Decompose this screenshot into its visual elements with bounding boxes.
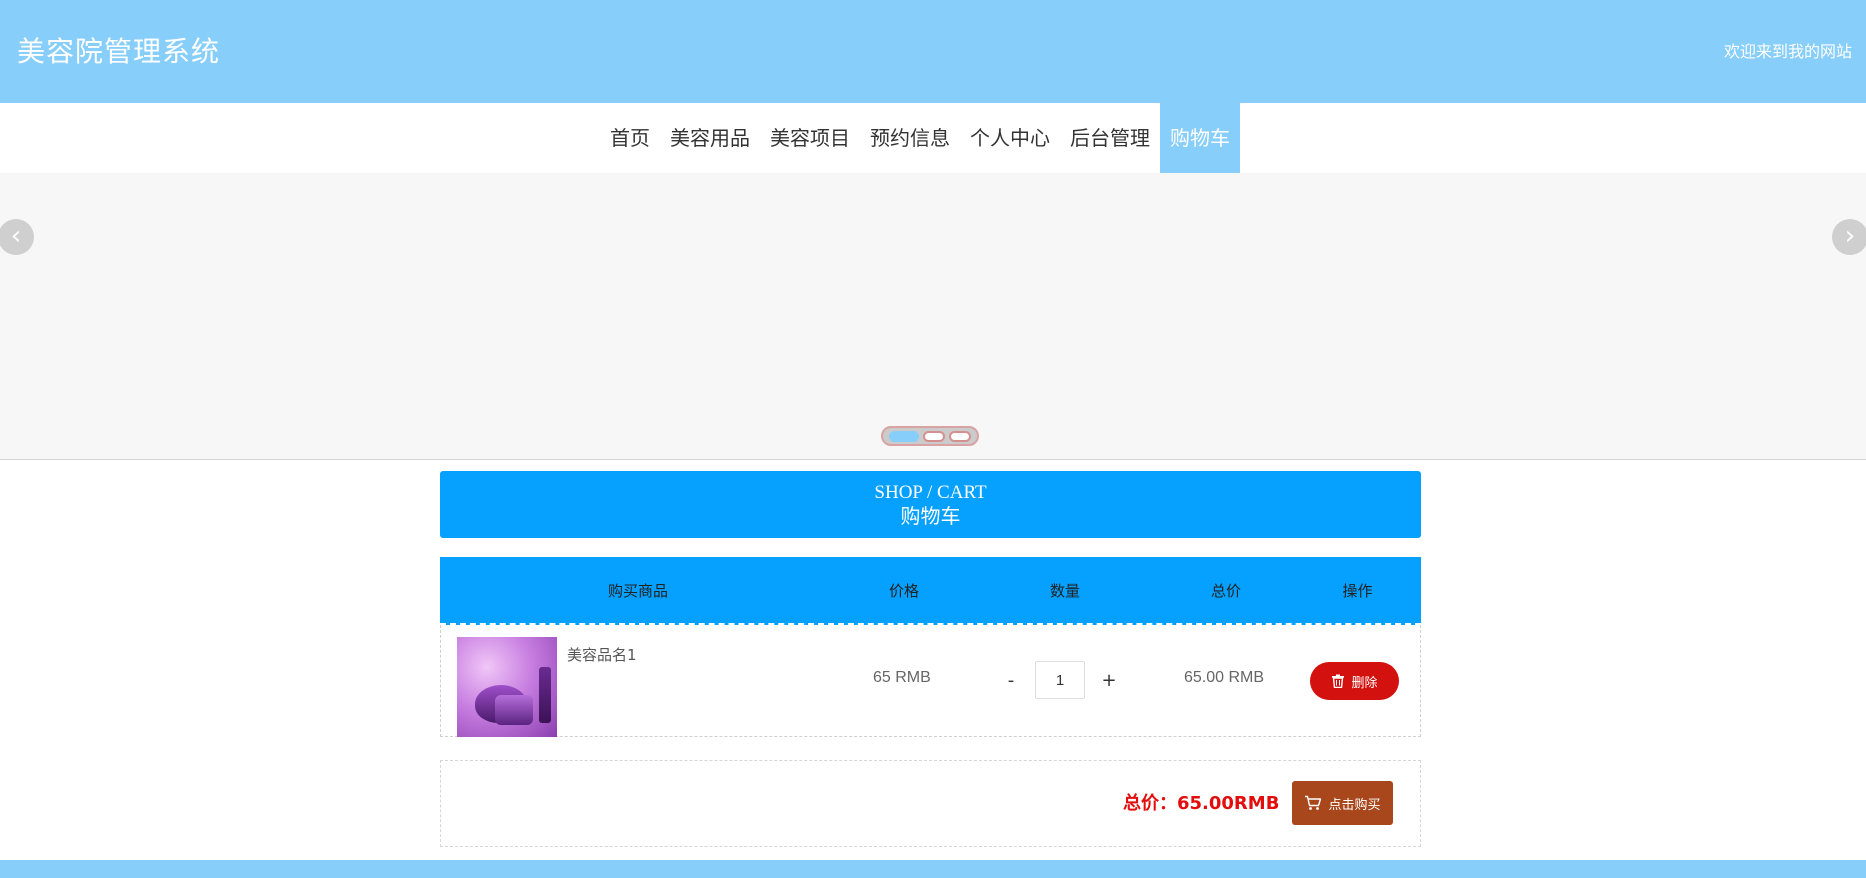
delete-button[interactable]: 删除 [1310, 662, 1399, 700]
cart-table: 购买商品 价格 数量 总价 操作 美容品名1 65 RMB - + 65.00 … [440, 557, 1421, 737]
trash-icon [1332, 674, 1345, 688]
quantity-increment-button[interactable]: + [1095, 670, 1123, 691]
footer-bar [0, 860, 1866, 878]
nav-item-beauty-products[interactable]: 美容用品 [660, 103, 760, 173]
main-nav: 首页 美容用品 美容项目 预约信息 个人中心 后台管理 购物车 [0, 103, 1866, 173]
cart-summary: 总价：65.00RMB 点击购买 [440, 760, 1421, 847]
cart-heading: SHOP / CART 购物车 [440, 471, 1421, 538]
delete-button-label: 删除 [1351, 675, 1378, 691]
cart-heading-en: SHOP / CART [874, 482, 987, 503]
chevron-right-icon[interactable]: › [1832, 219, 1866, 255]
buy-button-label: 点击购买 [1328, 797, 1381, 813]
column-header-price: 价格 [888, 581, 919, 600]
column-header-quantity: 数量 [1049, 581, 1080, 600]
product-name[interactable]: 美容品名1 [567, 644, 637, 665]
carousel-dot-2[interactable] [923, 430, 945, 442]
nav-item-beauty-services[interactable]: 美容项目 [760, 103, 860, 173]
table-header: 购买商品 价格 数量 总价 操作 [440, 557, 1421, 625]
carousel-dot-1[interactable] [889, 430, 919, 442]
quantity-input[interactable] [1035, 661, 1085, 699]
table-row: 美容品名1 65 RMB - + 65.00 RMB 删除 [440, 625, 1421, 737]
chevron-left-icon[interactable]: ‹ [0, 219, 34, 255]
cart-heading-cn: 购物车 [900, 504, 961, 528]
nav-item-appointments[interactable]: 预约信息 [860, 103, 960, 173]
buy-button[interactable]: 点击购买 [1292, 781, 1393, 825]
carousel-indicators [881, 426, 979, 446]
site-title: 美容院管理系统 [17, 35, 221, 68]
product-price: 65 RMB [873, 669, 931, 686]
quantity-decrement-button[interactable]: - [997, 670, 1025, 691]
column-header-action: 操作 [1342, 581, 1373, 600]
nav-item-profile[interactable]: 个人中心 [960, 103, 1060, 173]
quantity-stepper: - + [997, 661, 1123, 699]
nav-list: 首页 美容用品 美容项目 预约信息 个人中心 后台管理 购物车 [600, 103, 1240, 173]
nav-item-cart[interactable]: 购物车 [1160, 103, 1240, 173]
cart-total-text: 总价：65.00RMB [1123, 793, 1280, 814]
column-header-total: 总价 [1210, 581, 1241, 600]
welcome-text: 欢迎来到我的网站 [1723, 42, 1852, 61]
column-header-product: 购买商品 [607, 581, 668, 600]
nav-item-home[interactable]: 首页 [600, 103, 660, 173]
banner-carousel: ‹ › [0, 173, 1866, 460]
site-header: 美容院管理系统 欢迎来到我的网站 [0, 0, 1866, 103]
shopping-cart-icon [1305, 795, 1322, 810]
nav-item-admin[interactable]: 后台管理 [1060, 103, 1160, 173]
product-image[interactable] [457, 637, 557, 737]
item-total: 65.00 RMB [1184, 669, 1265, 686]
carousel-dot-3[interactable] [949, 430, 971, 442]
